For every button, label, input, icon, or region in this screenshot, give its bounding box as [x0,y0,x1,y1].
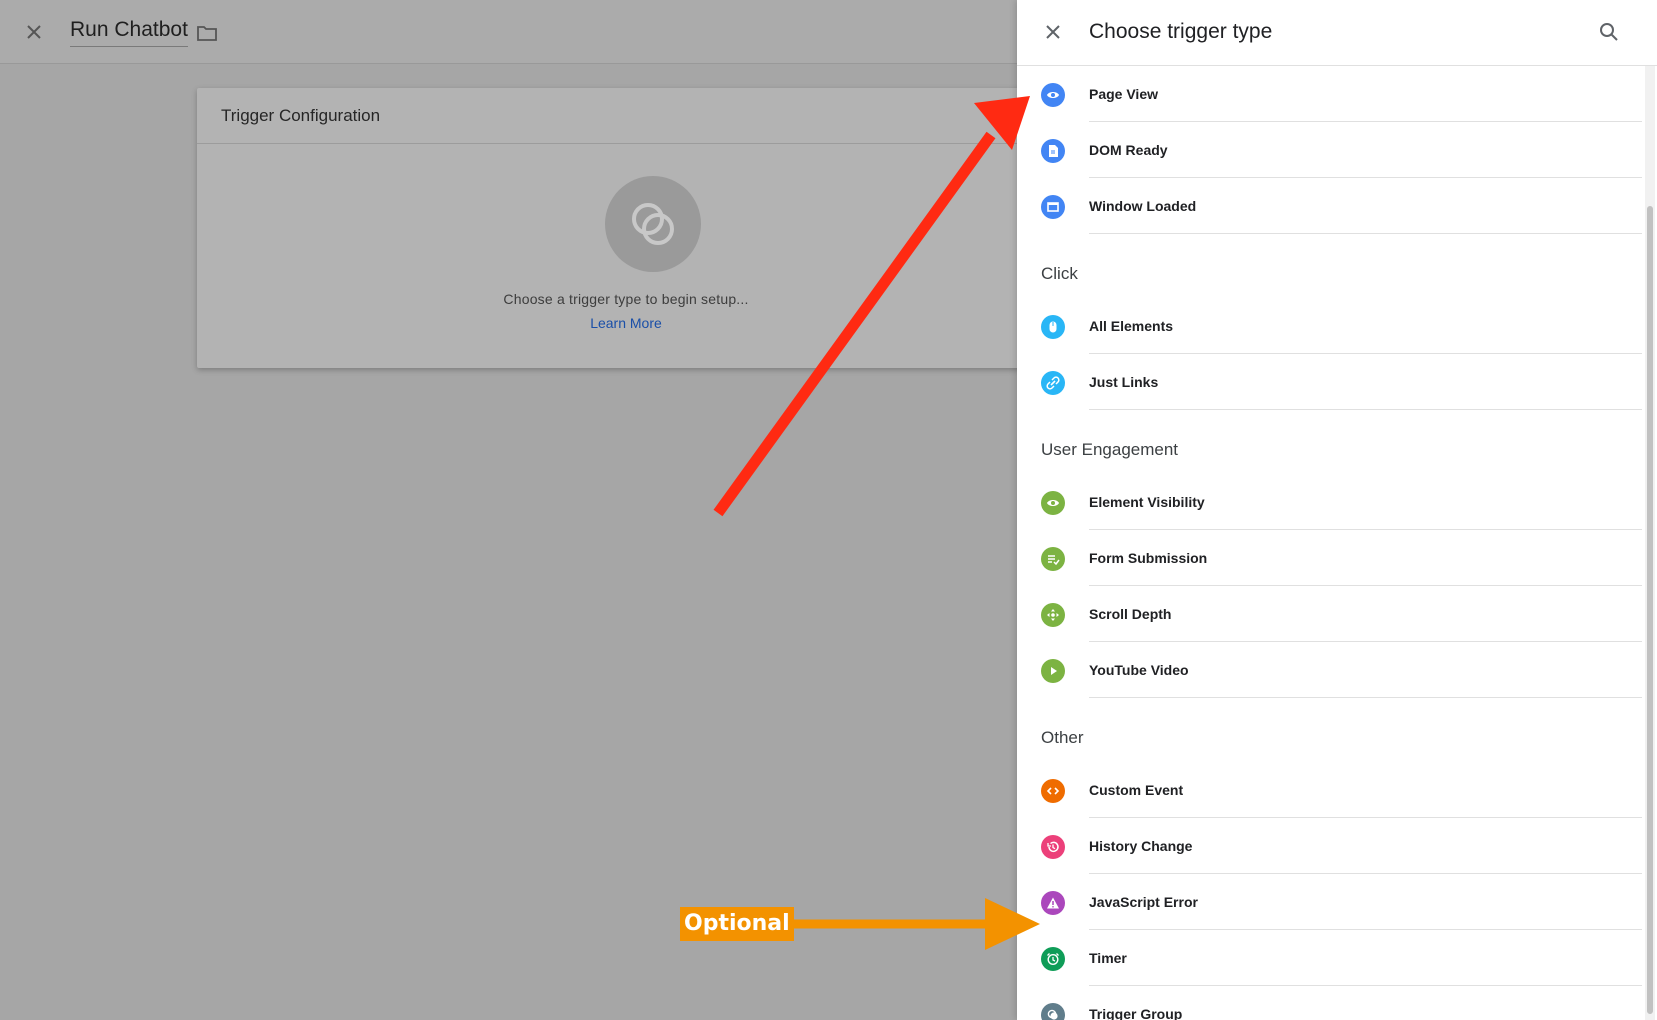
editor-topbar: Run Chatbot [0,0,1018,64]
trigger-item-label: Element Visibility [1089,474,1642,530]
trigger-placeholder-icon[interactable] [605,176,701,272]
trigger-type-list: Page View DOM Ready Window Loaded Click … [1017,66,1642,1020]
tag-name-title[interactable]: Run Chatbot [70,18,188,47]
trigger-item-label: Timer [1089,930,1642,986]
trigger-item-form-submission[interactable]: Form Submission [1017,530,1642,586]
play-icon [1041,659,1065,683]
trigger-item-all-elements[interactable]: All Elements [1017,298,1642,354]
trigger-group-icon [1041,1003,1065,1020]
trigger-item-label: Window Loaded [1089,178,1642,234]
trigger-item-label: All Elements [1089,298,1642,354]
trigger-item-label: DOM Ready [1089,122,1642,178]
eye-icon [1041,491,1065,515]
close-icon[interactable] [22,20,46,44]
trigger-item-label: Just Links [1089,354,1642,410]
close-icon[interactable] [1041,20,1065,44]
trigger-item-element-visibility[interactable]: Element Visibility [1017,474,1642,530]
window-icon [1041,195,1065,219]
document-icon [1041,139,1065,163]
scrollbar[interactable] [1645,66,1655,1020]
trigger-item-page-view[interactable]: Page View [1017,66,1642,122]
trigger-item-label: YouTube Video [1089,642,1642,698]
trigger-item-timer[interactable]: Timer [1017,930,1642,986]
section-heading: Click [1041,264,1078,283]
link-icon [1041,371,1065,395]
scrollbar-thumb[interactable] [1647,206,1653,1014]
mouse-icon [1041,315,1065,339]
trigger-item-label: JavaScript Error [1089,874,1642,930]
panel-header: Choose trigger type [1017,0,1657,66]
section-heading: User Engagement [1041,440,1179,459]
learn-more-link[interactable]: Learn More [197,315,1055,331]
eye-icon [1041,83,1065,107]
trigger-item-label: Trigger Group [1089,986,1642,1020]
search-icon[interactable] [1597,20,1621,44]
code-icon [1041,779,1065,803]
trigger-item-javascript-error[interactable]: JavaScript Error [1017,874,1642,930]
trigger-item-label: History Change [1089,818,1642,874]
trigger-item-label: Page View [1089,66,1642,122]
trigger-item-history-change[interactable]: History Change [1017,818,1642,874]
warning-icon [1041,891,1065,915]
history-icon [1041,835,1065,859]
trigger-item-youtube-video[interactable]: YouTube Video [1017,642,1642,698]
card-header: Trigger Configuration [197,88,1027,144]
folder-icon[interactable] [195,21,219,45]
trigger-item-window-loaded[interactable]: Window Loaded [1017,178,1642,234]
trigger-item-scroll-depth[interactable]: Scroll Depth [1017,586,1642,642]
scroll-icon [1041,603,1065,627]
form-check-icon [1041,547,1065,571]
panel-title: Choose trigger type [1089,20,1273,43]
section-heading: Other [1041,728,1084,747]
alarm-icon [1041,947,1065,971]
trigger-item-just-links[interactable]: Just Links [1017,354,1642,410]
trigger-configuration-card[interactable]: Trigger Configuration Choose a trigger t… [197,88,1027,368]
trigger-item-trigger-group[interactable]: Trigger Group [1017,986,1642,1020]
optional-annotation-label: Optional [680,907,794,941]
trigger-item-label: Form Submission [1089,530,1642,586]
trigger-item-label: Custom Event [1089,762,1642,818]
trigger-type-panel: Choose trigger type Page View DOM Ready … [1017,0,1657,1020]
trigger-item-dom-ready[interactable]: DOM Ready [1017,122,1642,178]
trigger-item-custom-event[interactable]: Custom Event [1017,762,1642,818]
trigger-item-label: Scroll Depth [1089,586,1642,642]
setup-hint: Choose a trigger type to begin setup... [503,291,749,307]
